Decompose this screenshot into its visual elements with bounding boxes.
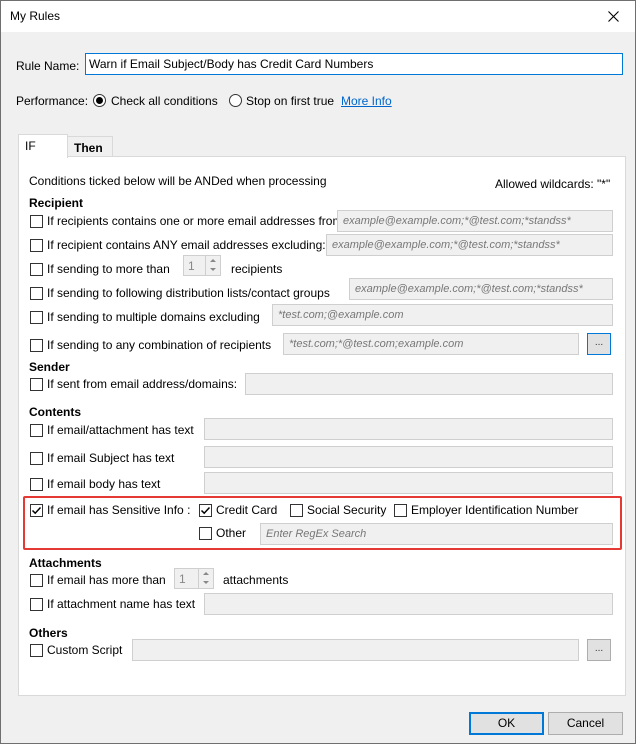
sensitive-info-label: If email has Sensitive Info : [47,503,191,517]
recipients-contains-input[interactable]: example@example.com;*@test.com;*standss* [337,210,613,232]
ein-checkbox[interactable] [394,504,407,517]
attachment-text-label: If email/attachment has text [47,423,194,437]
others-section-title: Others [29,626,68,640]
ein-label: Employer Identification Number [411,503,579,517]
attachments-section-title: Attachments [29,556,102,570]
subject-text-input[interactable] [204,446,613,468]
sent-from-label: If sent from email address/domains: [47,377,238,391]
attachments-suffix: attachments [223,573,289,587]
spin-down-icon [210,268,216,271]
social-security-checkbox[interactable] [290,504,303,517]
credit-card-checkbox[interactable] [199,504,212,517]
any-combination-label: If sending to any combination of recipie… [47,338,272,352]
sender-section-title: Sender [29,360,70,374]
dist-lists-input[interactable]: example@example.com;*@test.com;*standss* [349,278,613,300]
my-rules-dialog: My Rules Rule Name: Warn if Email Subjec… [0,0,636,744]
custom-script-browse-button[interactable]: ... [587,639,611,661]
any-combination-checkbox[interactable] [30,339,43,352]
spin-up-icon [203,572,209,575]
body-text-checkbox[interactable] [30,478,43,491]
tab-if[interactable]: IF [18,134,68,158]
attachment-text-checkbox[interactable] [30,424,43,437]
other-checkbox[interactable] [199,527,212,540]
custom-script-input[interactable] [132,639,579,661]
any-combination-browse-button[interactable]: ... [587,333,611,355]
sensitive-info-checkbox[interactable] [30,504,43,517]
cancel-button[interactable]: Cancel [548,712,623,735]
attachment-name-checkbox[interactable] [30,598,43,611]
attachments-count-value: 1 [179,572,186,586]
contents-section-title: Contents [29,405,81,419]
any-combination-input[interactable]: *test.com;*@test.com;example.com [283,333,579,355]
close-button[interactable] [591,1,635,32]
check-icon [31,506,42,515]
subject-text-checkbox[interactable] [30,452,43,465]
tab-then[interactable]: Then [67,136,113,157]
more-attachments-checkbox[interactable] [30,574,43,587]
custom-script-checkbox[interactable] [30,644,43,657]
regex-search-input[interactable]: Enter RegEx Search [260,523,613,545]
rule-name-input[interactable]: Warn if Email Subject/Body has Credit Ca… [85,53,623,75]
title-bar: My Rules [1,1,635,32]
rule-name-label: Rule Name: [16,59,80,73]
more-than-recipients-checkbox[interactable] [30,263,43,276]
recipient-section-title: Recipient [29,196,84,210]
more-than-recipients-label: If sending to more than [47,262,170,276]
ok-button[interactable]: OK [469,712,544,735]
recipients-suffix: recipients [231,262,283,276]
more-attachments-label: If email has more than [47,573,166,587]
other-label: Other [216,526,247,540]
multiple-domains-input[interactable]: *test.com;@example.com [272,304,613,326]
recipient-excluding-checkbox[interactable] [30,239,43,252]
tab-if-label: IF [25,139,36,153]
multiple-domains-checkbox[interactable] [30,311,43,324]
dist-lists-label: If sending to following distribution lis… [47,286,330,300]
stop-first-radio[interactable] [229,94,242,107]
attachment-name-input[interactable] [204,593,613,615]
recipients-count-stepper[interactable]: 1 [183,255,221,276]
recipients-count-value: 1 [188,259,195,273]
recipients-count-arrows[interactable] [205,256,220,275]
dist-lists-checkbox[interactable] [30,287,43,300]
performance-label: Performance: [16,94,89,108]
intro-text: Conditions ticked below will be ANDed wh… [29,174,327,188]
recipient-excluding-label: If recipient contains ANY email addresse… [47,238,326,252]
sent-from-input[interactable] [245,373,613,395]
attachments-count-stepper[interactable]: 1 [174,568,214,589]
attachment-name-label: If attachment name has text [47,597,196,611]
check-icon [200,506,211,515]
more-info-link[interactable]: More Info [341,94,392,108]
check-all-label[interactable]: Check all conditions [111,94,218,108]
spin-up-icon [210,259,216,262]
close-icon [607,11,619,22]
check-all-radio[interactable] [93,94,106,107]
attachment-text-input[interactable] [204,418,613,440]
stop-first-label[interactable]: Stop on first true [246,94,334,108]
body-text-input[interactable] [204,472,613,494]
subject-text-label: If email Subject has text [47,451,175,465]
spin-down-icon [203,581,209,584]
tab-then-label: Then [74,141,103,155]
multiple-domains-label: If sending to multiple domains excluding [47,310,260,324]
window-title: My Rules [10,9,61,23]
custom-script-label: Custom Script [47,643,123,657]
wildcards-text: Allowed wildcards: "*" [495,177,611,191]
attachments-count-arrows[interactable] [198,569,213,588]
body-text-label: If email body has text [47,477,161,491]
recipients-contains-checkbox[interactable] [30,215,43,228]
sent-from-checkbox[interactable] [30,378,43,391]
credit-card-label: Credit Card [216,503,278,517]
recipients-contains-label: If recipients contains one or more email… [47,214,346,228]
social-security-label: Social Security [307,503,387,517]
recipient-excluding-input[interactable]: example@example.com;*@test.com;*standss* [326,234,613,256]
